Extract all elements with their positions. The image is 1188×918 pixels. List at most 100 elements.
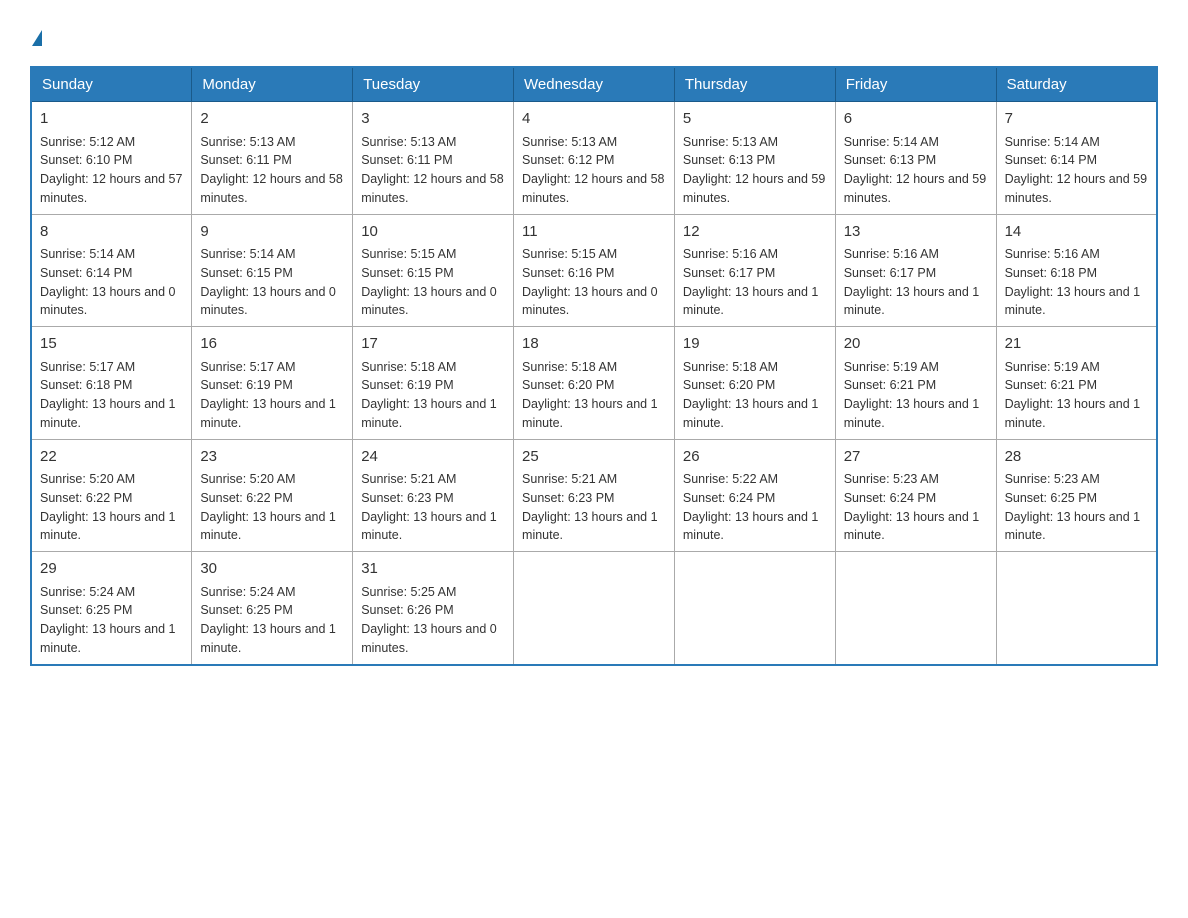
day-number: 30 xyxy=(200,558,344,581)
day-number: 17 xyxy=(361,333,505,356)
calendar-day-cell: 10 Sunrise: 5:15 AMSunset: 6:15 PMDaylig… xyxy=(353,214,514,327)
day-info: Sunrise: 5:18 AMSunset: 6:20 PMDaylight:… xyxy=(683,360,819,430)
calendar-day-cell: 27 Sunrise: 5:23 AMSunset: 6:24 PMDaylig… xyxy=(835,439,996,552)
day-number: 15 xyxy=(40,333,183,356)
calendar-day-cell: 4 Sunrise: 5:13 AMSunset: 6:12 PMDayligh… xyxy=(514,102,675,215)
calendar-day-cell: 12 Sunrise: 5:16 AMSunset: 6:17 PMDaylig… xyxy=(674,214,835,327)
header-monday: Monday xyxy=(192,67,353,102)
calendar-day-cell: 28 Sunrise: 5:23 AMSunset: 6:25 PMDaylig… xyxy=(996,439,1157,552)
calendar-day-cell: 20 Sunrise: 5:19 AMSunset: 6:21 PMDaylig… xyxy=(835,327,996,440)
day-info: Sunrise: 5:25 AMSunset: 6:26 PMDaylight:… xyxy=(361,585,497,655)
day-info: Sunrise: 5:15 AMSunset: 6:15 PMDaylight:… xyxy=(361,247,497,317)
calendar-day-cell: 3 Sunrise: 5:13 AMSunset: 6:11 PMDayligh… xyxy=(353,102,514,215)
page-header xyxy=(30,30,1158,46)
calendar-week-row: 15 Sunrise: 5:17 AMSunset: 6:18 PMDaylig… xyxy=(31,327,1157,440)
calendar-day-cell: 13 Sunrise: 5:16 AMSunset: 6:17 PMDaylig… xyxy=(835,214,996,327)
day-number: 7 xyxy=(1005,108,1148,131)
day-number: 19 xyxy=(683,333,827,356)
day-info: Sunrise: 5:19 AMSunset: 6:21 PMDaylight:… xyxy=(844,360,980,430)
day-info: Sunrise: 5:22 AMSunset: 6:24 PMDaylight:… xyxy=(683,472,819,542)
calendar-day-cell: 17 Sunrise: 5:18 AMSunset: 6:19 PMDaylig… xyxy=(353,327,514,440)
logo xyxy=(30,30,42,46)
calendar-day-cell: 18 Sunrise: 5:18 AMSunset: 6:20 PMDaylig… xyxy=(514,327,675,440)
calendar-day-cell: 31 Sunrise: 5:25 AMSunset: 6:26 PMDaylig… xyxy=(353,552,514,665)
calendar-day-cell: 6 Sunrise: 5:14 AMSunset: 6:13 PMDayligh… xyxy=(835,102,996,215)
day-number: 4 xyxy=(522,108,666,131)
calendar-week-row: 22 Sunrise: 5:20 AMSunset: 6:22 PMDaylig… xyxy=(31,439,1157,552)
day-info: Sunrise: 5:17 AMSunset: 6:19 PMDaylight:… xyxy=(200,360,336,430)
day-info: Sunrise: 5:15 AMSunset: 6:16 PMDaylight:… xyxy=(522,247,658,317)
day-info: Sunrise: 5:19 AMSunset: 6:21 PMDaylight:… xyxy=(1005,360,1141,430)
calendar-day-cell: 9 Sunrise: 5:14 AMSunset: 6:15 PMDayligh… xyxy=(192,214,353,327)
day-number: 25 xyxy=(522,446,666,469)
calendar-day-cell: 7 Sunrise: 5:14 AMSunset: 6:14 PMDayligh… xyxy=(996,102,1157,215)
day-number: 20 xyxy=(844,333,988,356)
day-number: 2 xyxy=(200,108,344,131)
day-number: 8 xyxy=(40,221,183,244)
day-number: 9 xyxy=(200,221,344,244)
logo-triangle-icon xyxy=(32,30,42,46)
calendar-day-cell: 21 Sunrise: 5:19 AMSunset: 6:21 PMDaylig… xyxy=(996,327,1157,440)
header-friday: Friday xyxy=(835,67,996,102)
day-info: Sunrise: 5:13 AMSunset: 6:11 PMDaylight:… xyxy=(200,135,342,205)
calendar-day-cell: 30 Sunrise: 5:24 AMSunset: 6:25 PMDaylig… xyxy=(192,552,353,665)
day-info: Sunrise: 5:17 AMSunset: 6:18 PMDaylight:… xyxy=(40,360,176,430)
day-info: Sunrise: 5:18 AMSunset: 6:19 PMDaylight:… xyxy=(361,360,497,430)
day-number: 10 xyxy=(361,221,505,244)
calendar-day-cell xyxy=(674,552,835,665)
calendar-day-cell: 11 Sunrise: 5:15 AMSunset: 6:16 PMDaylig… xyxy=(514,214,675,327)
day-info: Sunrise: 5:13 AMSunset: 6:12 PMDaylight:… xyxy=(522,135,664,205)
calendar-week-row: 8 Sunrise: 5:14 AMSunset: 6:14 PMDayligh… xyxy=(31,214,1157,327)
day-number: 3 xyxy=(361,108,505,131)
day-number: 11 xyxy=(522,221,666,244)
day-info: Sunrise: 5:21 AMSunset: 6:23 PMDaylight:… xyxy=(522,472,658,542)
day-info: Sunrise: 5:12 AMSunset: 6:10 PMDaylight:… xyxy=(40,135,182,205)
day-info: Sunrise: 5:24 AMSunset: 6:25 PMDaylight:… xyxy=(40,585,176,655)
calendar-day-cell: 8 Sunrise: 5:14 AMSunset: 6:14 PMDayligh… xyxy=(31,214,192,327)
day-info: Sunrise: 5:23 AMSunset: 6:25 PMDaylight:… xyxy=(1005,472,1141,542)
day-info: Sunrise: 5:23 AMSunset: 6:24 PMDaylight:… xyxy=(844,472,980,542)
day-number: 18 xyxy=(522,333,666,356)
calendar-day-cell xyxy=(996,552,1157,665)
day-number: 24 xyxy=(361,446,505,469)
calendar-header-row: SundayMondayTuesdayWednesdayThursdayFrid… xyxy=(31,67,1157,102)
day-number: 22 xyxy=(40,446,183,469)
calendar-day-cell: 2 Sunrise: 5:13 AMSunset: 6:11 PMDayligh… xyxy=(192,102,353,215)
day-number: 21 xyxy=(1005,333,1148,356)
day-info: Sunrise: 5:21 AMSunset: 6:23 PMDaylight:… xyxy=(361,472,497,542)
header-wednesday: Wednesday xyxy=(514,67,675,102)
day-info: Sunrise: 5:16 AMSunset: 6:18 PMDaylight:… xyxy=(1005,247,1141,317)
calendar-week-row: 1 Sunrise: 5:12 AMSunset: 6:10 PMDayligh… xyxy=(31,102,1157,215)
header-saturday: Saturday xyxy=(996,67,1157,102)
day-info: Sunrise: 5:13 AMSunset: 6:11 PMDaylight:… xyxy=(361,135,503,205)
day-info: Sunrise: 5:14 AMSunset: 6:14 PMDaylight:… xyxy=(40,247,176,317)
day-info: Sunrise: 5:18 AMSunset: 6:20 PMDaylight:… xyxy=(522,360,658,430)
day-info: Sunrise: 5:16 AMSunset: 6:17 PMDaylight:… xyxy=(844,247,980,317)
calendar-week-row: 29 Sunrise: 5:24 AMSunset: 6:25 PMDaylig… xyxy=(31,552,1157,665)
day-info: Sunrise: 5:13 AMSunset: 6:13 PMDaylight:… xyxy=(683,135,825,205)
calendar-day-cell xyxy=(835,552,996,665)
day-number: 27 xyxy=(844,446,988,469)
calendar-day-cell: 25 Sunrise: 5:21 AMSunset: 6:23 PMDaylig… xyxy=(514,439,675,552)
day-info: Sunrise: 5:16 AMSunset: 6:17 PMDaylight:… xyxy=(683,247,819,317)
calendar-day-cell: 24 Sunrise: 5:21 AMSunset: 6:23 PMDaylig… xyxy=(353,439,514,552)
calendar-table: SundayMondayTuesdayWednesdayThursdayFrid… xyxy=(30,66,1158,666)
calendar-day-cell: 14 Sunrise: 5:16 AMSunset: 6:18 PMDaylig… xyxy=(996,214,1157,327)
header-thursday: Thursday xyxy=(674,67,835,102)
day-info: Sunrise: 5:20 AMSunset: 6:22 PMDaylight:… xyxy=(200,472,336,542)
calendar-day-cell: 1 Sunrise: 5:12 AMSunset: 6:10 PMDayligh… xyxy=(31,102,192,215)
day-number: 16 xyxy=(200,333,344,356)
header-sunday: Sunday xyxy=(31,67,192,102)
calendar-day-cell: 29 Sunrise: 5:24 AMSunset: 6:25 PMDaylig… xyxy=(31,552,192,665)
calendar-day-cell: 23 Sunrise: 5:20 AMSunset: 6:22 PMDaylig… xyxy=(192,439,353,552)
day-info: Sunrise: 5:14 AMSunset: 6:14 PMDaylight:… xyxy=(1005,135,1147,205)
day-number: 28 xyxy=(1005,446,1148,469)
day-number: 29 xyxy=(40,558,183,581)
day-number: 13 xyxy=(844,221,988,244)
header-tuesday: Tuesday xyxy=(353,67,514,102)
calendar-day-cell: 5 Sunrise: 5:13 AMSunset: 6:13 PMDayligh… xyxy=(674,102,835,215)
calendar-day-cell: 26 Sunrise: 5:22 AMSunset: 6:24 PMDaylig… xyxy=(674,439,835,552)
day-info: Sunrise: 5:14 AMSunset: 6:13 PMDaylight:… xyxy=(844,135,986,205)
calendar-day-cell: 15 Sunrise: 5:17 AMSunset: 6:18 PMDaylig… xyxy=(31,327,192,440)
day-number: 31 xyxy=(361,558,505,581)
